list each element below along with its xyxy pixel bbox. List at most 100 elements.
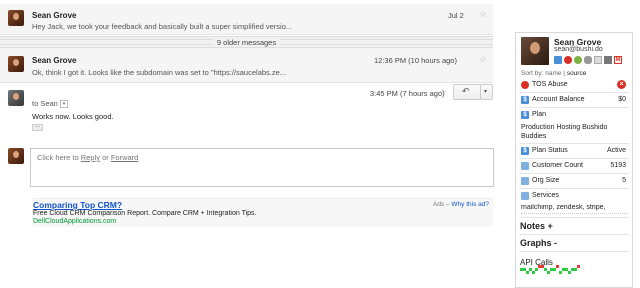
api-calls-bar — [547, 271, 550, 274]
lifebuoy-icon[interactable] — [564, 56, 572, 64]
plan-status-row: $ Plan Status Active — [516, 145, 632, 157]
message-date: 3:45 PM (7 hours ago) — [370, 89, 445, 98]
plan-row: $ Plan — [516, 109, 632, 121]
notes-header[interactable]: Notes + — [520, 221, 553, 231]
plan-status-label: Plan Status — [532, 147, 568, 154]
ad-url[interactable]: DellCloudApplications.com — [33, 218, 116, 225]
calendar-icon[interactable] — [554, 56, 562, 64]
api-calls-bar — [559, 271, 562, 274]
divider — [519, 217, 629, 218]
avatar — [8, 148, 24, 164]
box-icon — [521, 177, 529, 185]
message-snippet: Ok, think I got it. Looks like the subdo… — [32, 68, 287, 77]
older-messages-label: 9 older messages — [212, 38, 281, 47]
sponsored-ad: Comparing Top CRM? Free Cloud CRM Compar… — [33, 198, 493, 227]
services-row: Services — [516, 190, 632, 202]
why-this-ad-link[interactable]: Why this ad? — [451, 201, 489, 208]
tos-abuse-row: TOS Abuse × — [516, 79, 632, 91]
message-body: Works now. Looks good. — [32, 112, 114, 121]
cloud-icon[interactable] — [584, 56, 592, 64]
divider — [519, 158, 629, 159]
contact-photo — [521, 37, 549, 65]
show-trimmed-content-button[interactable]: ... — [32, 123, 43, 131]
list-icon[interactable] — [604, 56, 612, 64]
reply-button[interactable]: ↶ — [453, 84, 481, 100]
graphs-header[interactable]: Graphs - — [520, 238, 557, 248]
services-label: Services — [532, 192, 559, 199]
reply-arrow-icon: ↶ — [462, 86, 470, 96]
api-calls-bar — [556, 265, 559, 268]
divider — [519, 173, 629, 174]
divider — [519, 188, 629, 189]
older-messages-bar[interactable]: 9 older messages — [0, 36, 493, 48]
reply-box[interactable]: Click here to Reply or Forward — [30, 148, 494, 187]
alert-x-icon[interactable]: × — [617, 80, 626, 89]
api-calls-bar — [577, 265, 580, 268]
ad-title[interactable]: Comparing Top CRM? — [33, 200, 122, 210]
sort-options: Sort by: name | source — [521, 70, 586, 77]
tos-abuse-label: TOS Abuse — [532, 81, 568, 88]
services-value: mailchimp, zendesk, stripe, — [521, 204, 606, 211]
star-icon[interactable]: ☆ — [479, 9, 487, 20]
box-icon — [521, 162, 529, 170]
avatar — [8, 56, 24, 72]
contact-source-icons: M — [554, 56, 630, 65]
api-calls-bar — [568, 271, 571, 274]
api-calls-sparkline — [520, 265, 580, 275]
plan-label: Plan — [532, 111, 547, 118]
reply-prompt: Click here to Reply or Forward — [37, 153, 138, 162]
reply-link[interactable]: Reply — [81, 153, 100, 162]
box-icon — [521, 192, 529, 200]
gear-icon[interactable] — [574, 56, 582, 64]
more-actions-button[interactable]: ▾ — [480, 84, 493, 100]
customer-count-label: Customer Count — [532, 162, 583, 169]
sort-separator: | — [563, 70, 565, 77]
sender-name: Sean Grove — [32, 11, 77, 20]
account-balance-row: $ Account Balance $0 — [516, 94, 632, 106]
message-date: Jul 2 — [448, 11, 464, 20]
expanded-message: to Sean ▾ Works now. Looks good. ... 3:4… — [0, 84, 493, 144]
ads-label: Ads – Why this ad? — [433, 201, 489, 208]
divider — [519, 234, 629, 235]
customer-count-value: 5193 — [610, 162, 626, 169]
collapsed-message[interactable]: Sean Grove Ok, think I got it. Looks lik… — [0, 48, 493, 83]
chevron-down-icon: ▾ — [484, 89, 488, 95]
avatar — [8, 10, 24, 26]
account-balance-label: Account Balance — [532, 96, 585, 103]
plan-status-value: Active — [606, 147, 626, 154]
details-dropdown-icon[interactable]: ▾ — [59, 100, 68, 109]
document-icon[interactable] — [594, 56, 602, 64]
dollar-icon: $ — [521, 111, 529, 119]
message-snippet: Hey Jack, we took your feedback and basi… — [32, 22, 293, 31]
avatar — [8, 90, 24, 106]
sort-prefix: Sort by: — [521, 70, 544, 77]
dollar-icon: $ — [521, 96, 529, 104]
star-icon[interactable]: ☆ — [439, 87, 447, 98]
sender-name: Sean Grove — [32, 56, 77, 65]
star-icon[interactable]: ☆ — [479, 54, 487, 65]
sort-by-source-link[interactable]: source — [567, 70, 587, 77]
divider — [519, 107, 629, 108]
gmail-icon[interactable]: M — [614, 56, 622, 64]
ads-label-text: Ads – — [432, 201, 450, 208]
api-calls-bar — [532, 271, 535, 274]
lifebuoy-icon — [521, 81, 529, 89]
divider — [519, 143, 629, 144]
collapsed-message[interactable]: Sean Grove Hey Jack, we took your feedba… — [0, 4, 493, 35]
message-date: 12:36 PM (10 hours ago) — [374, 56, 457, 65]
reply-prompt-prefix: Click here to — [37, 153, 79, 162]
sort-by-name-link[interactable]: name — [545, 70, 561, 77]
account-balance-value: $0 — [618, 96, 626, 103]
api-calls-bar — [535, 268, 538, 271]
customer-count-row: Customer Count 5193 — [516, 160, 632, 172]
recipient-line: to Sean ▾ — [32, 99, 68, 109]
divider — [519, 92, 629, 93]
recipient-label: to Sean — [32, 99, 58, 108]
contact-sidebar: Sean Grove sean@bushi.do M Sort by: name… — [515, 32, 633, 288]
api-calls-bar — [553, 268, 556, 271]
reply-prompt-or: or — [102, 153, 109, 162]
forward-link[interactable]: Forward — [111, 153, 139, 162]
org-size-row: Org Size 5 — [516, 175, 632, 187]
dollar-icon: $ — [521, 147, 529, 155]
contact-email: sean@bushi.do — [554, 46, 603, 53]
